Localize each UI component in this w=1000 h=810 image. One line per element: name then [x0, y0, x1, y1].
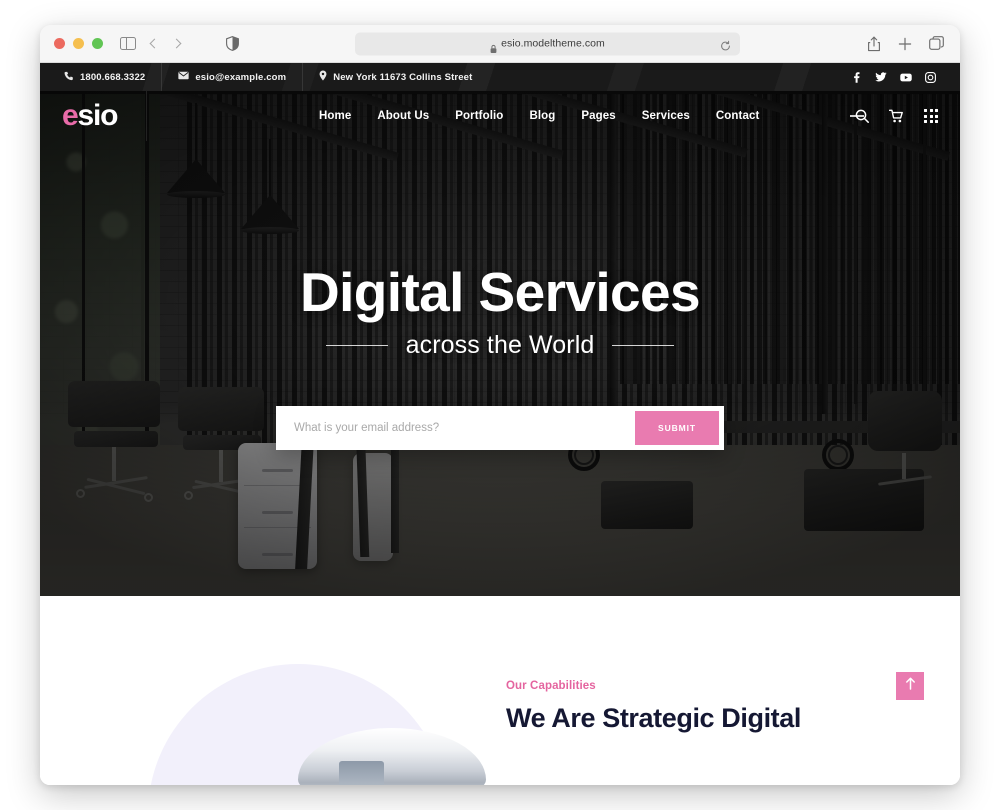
logo-rest-letters: sio [77, 99, 119, 132]
grid-menu-icon[interactable] [924, 109, 938, 123]
section-eyebrow: Our Capabilities [506, 680, 596, 692]
browser-toolbar: esio.modeltheme.com [40, 25, 960, 63]
capabilities-section: Our Capabilities We Are Strategic Digita… [40, 596, 960, 785]
email-input[interactable] [276, 421, 636, 434]
hero-content: Digital Services across the World SUBMIT [40, 91, 960, 596]
nav-item-home[interactable]: Home [319, 110, 351, 122]
topbar-phone-text: 1800.668.3322 [80, 71, 146, 83]
address-bar[interactable]: esio.modeltheme.com [355, 32, 740, 55]
facebook-icon[interactable] [851, 71, 862, 83]
hero-section: e sio Home About Us Portfolio Blog Pages … [40, 91, 960, 596]
phone-icon [64, 71, 74, 84]
scroll-to-top-button[interactable] [896, 672, 924, 700]
envelope-icon [178, 71, 189, 83]
browser-window: esio.modeltheme.com 1800.668.3322 esio@e… [40, 25, 960, 785]
site-logo[interactable]: e sio [40, 91, 147, 141]
arrow-up-icon [905, 677, 916, 695]
lock-icon [490, 40, 497, 53]
youtube-icon[interactable] [900, 73, 912, 82]
minimize-window-button[interactable] [73, 38, 84, 49]
submit-button[interactable]: SUBMIT [635, 410, 719, 445]
privacy-shield-icon[interactable] [226, 36, 239, 51]
forward-arrow-icon[interactable] [171, 38, 182, 49]
topbar-social-links [851, 63, 936, 91]
sidebar-toggle-icon[interactable] [120, 37, 136, 50]
logo-accent-letter: e [62, 99, 79, 132]
site-navbar: e sio Home About Us Portfolio Blog Pages … [40, 91, 960, 141]
topbar-email[interactable]: esio@example.com [161, 63, 302, 91]
topbar-address[interactable]: New York 11673 Collins Street [302, 63, 488, 91]
plus-icon[interactable] [898, 37, 912, 51]
topbar-email-text: esio@example.com [195, 71, 287, 83]
nav-item-services[interactable]: Services [642, 110, 690, 122]
nav-item-about-us[interactable]: About Us [377, 110, 429, 122]
cart-icon[interactable] [889, 109, 904, 123]
search-icon[interactable] [850, 109, 869, 123]
hero-subtitle: across the World [405, 330, 595, 359]
site-topbar: 1800.668.3322 esio@example.com New York … [40, 63, 960, 91]
nav-item-pages[interactable]: Pages [581, 110, 615, 122]
tab-overview-icon[interactable] [929, 36, 944, 51]
twitter-icon[interactable] [875, 72, 887, 82]
email-subscribe-form: SUBMIT [276, 405, 724, 450]
map-pin-icon [319, 70, 327, 84]
nav-item-portfolio[interactable]: Portfolio [455, 110, 503, 122]
url-text: esio.modeltheme.com [501, 37, 605, 50]
instagram-icon[interactable] [925, 71, 936, 83]
hero-rule-right [612, 344, 675, 346]
back-arrow-icon[interactable] [149, 38, 160, 49]
hero-title: Digital Services [299, 261, 701, 324]
close-window-button[interactable] [54, 38, 65, 49]
page-viewport: 1800.668.3322 esio@example.com New York … [40, 63, 960, 785]
topbar-address-text: New York 11673 Collins Street [333, 71, 473, 83]
primary-nav: Home About Us Portfolio Blog Pages Servi… [319, 110, 759, 122]
nav-actions [850, 109, 938, 123]
section-title: We Are Strategic Digital [506, 703, 801, 733]
reload-icon[interactable] [720, 38, 731, 50]
nav-item-blog[interactable]: Blog [529, 110, 555, 122]
maximize-window-button[interactable] [92, 38, 103, 49]
hero-rule-left [325, 344, 388, 346]
hero-subtitle-row: across the World [325, 330, 675, 360]
window-traffic-lights [54, 38, 103, 49]
capabilities-text-block: Our Capabilities We Are Strategic Digita… [506, 680, 801, 734]
nav-item-contact[interactable]: Contact [716, 110, 760, 122]
topbar-phone[interactable]: 1800.668.3322 [40, 63, 161, 91]
share-icon[interactable] [867, 36, 881, 52]
